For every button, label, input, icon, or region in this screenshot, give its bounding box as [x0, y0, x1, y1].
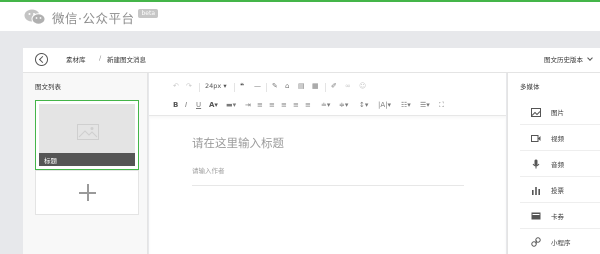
history-versions-button[interactable]: 图文历史版本	[544, 54, 593, 64]
undo-icon[interactable]: ↶	[173, 82, 179, 90]
font-size-select[interactable]: 24px ▾	[205, 82, 227, 90]
multimedia-panel: 多媒体 图片 视频 音频 投票 卡券 小程序	[507, 73, 600, 254]
align-right-icon[interactable]: ≡	[281, 101, 287, 109]
indent-icon[interactable]: ⇥	[245, 101, 251, 109]
fullscreen-icon[interactable]: ⛶	[439, 101, 444, 110]
multimedia-title: 多媒体	[520, 83, 540, 91]
mini-program-icon	[531, 237, 541, 247]
redo-icon[interactable]: ↷	[186, 82, 192, 90]
media-card-button[interactable]: 卡券	[520, 204, 600, 229]
article-list-title: 图文列表	[35, 83, 61, 91]
ordered-list-icon[interactable]: ☷▾	[401, 101, 411, 109]
media-video-label: 视频	[551, 135, 564, 143]
article-list-panel: 图文列表 标题	[23, 73, 148, 254]
breadcrumb: 素材库 / 新建图文消息 图文历史版本	[23, 48, 600, 73]
link-icon[interactable]: ∞	[345, 82, 351, 90]
card-icon	[531, 211, 541, 221]
media-image-label: 图片	[551, 109, 564, 117]
edit-icon[interactable]: ✐	[331, 82, 337, 90]
media-audio-button[interactable]: 音频	[520, 152, 600, 177]
logo-text: 微信·公众平台	[52, 10, 135, 26]
media-poll-button[interactable]: 投票	[520, 178, 600, 203]
chevron-down-icon	[587, 55, 593, 61]
toolbar-divider	[199, 83, 200, 92]
toolbar-divider	[325, 83, 326, 92]
toolbar-divider	[266, 83, 267, 92]
media-image-button[interactable]: 图片	[520, 100, 600, 125]
align-justify-icon[interactable]: ≡	[293, 101, 299, 109]
microphone-icon	[531, 159, 541, 169]
media-card-label: 卡券	[551, 213, 564, 221]
editor-area: ↶ ↷ 24px ▾ ❝ — ✎ ⌂ ▤ ▦ ✐ ∞ ☺ B I U A▾ ▬▾…	[149, 73, 506, 254]
clear-format-icon[interactable]: ⌂	[285, 82, 289, 90]
unordered-list-icon[interactable]: ☰▾	[420, 101, 430, 109]
image-placeholder-icon	[77, 124, 99, 144]
quote-icon[interactable]: ❝	[240, 82, 244, 90]
author-underline	[192, 185, 464, 186]
editor-toolbar-row-1: ↶ ↷ 24px ▾ ❝ — ✎ ⌂ ▤ ▦ ✐ ∞ ☺	[149, 78, 506, 97]
media-mini-program-button[interactable]: 小程序	[520, 230, 600, 254]
letter-spacing-icon[interactable]: |A|▾	[378, 101, 391, 109]
video-icon	[531, 133, 541, 143]
align-full-icon[interactable]: ≡	[305, 101, 311, 109]
media-poll-label: 投票	[551, 187, 564, 195]
toolbar-divider	[234, 83, 235, 92]
image-icon	[531, 107, 541, 117]
font-color-icon[interactable]: A▾	[209, 101, 218, 109]
table-icon[interactable]: ▦	[312, 82, 319, 90]
poll-icon	[531, 185, 541, 195]
media-video-button[interactable]: 视频	[520, 126, 600, 151]
paragraph-spacing-before-icon[interactable]: ≐▾	[321, 101, 330, 109]
horizontal-rule-icon[interactable]: —	[254, 82, 261, 90]
article-cover-placeholder: 标题	[39, 104, 135, 166]
italic-icon[interactable]: I	[185, 101, 187, 109]
add-article-button[interactable]	[35, 170, 139, 215]
author-input[interactable]: 请输入作者	[192, 165, 225, 175]
paragraph-spacing-after-icon[interactable]: ≑▾	[339, 101, 348, 109]
article-title: 标题	[39, 153, 135, 166]
breadcrumb-library-link[interactable]: 素材库	[66, 54, 86, 64]
top-header: 微信·公众平台 beta	[0, 0, 600, 31]
underline-icon[interactable]: U	[196, 101, 201, 109]
title-input[interactable]: 请在这里输入标题	[192, 135, 284, 151]
line-height-icon[interactable]: ↕▾	[359, 101, 368, 109]
paste-icon[interactable]: ▤	[298, 82, 305, 90]
editor-toolbar-row-2: B I U A▾ ▬▾ ⇥ ≡ ≡ ≡ ≡ ≡ ≐▾ ≑▾ ↕▾ |A|▾ ☷▾…	[149, 97, 506, 116]
emoji-icon[interactable]: ☺	[359, 82, 366, 90]
font-size-value: 24px	[205, 82, 222, 90]
history-versions-label: 图文历史版本	[544, 56, 583, 64]
breadcrumb-current: 新建图文消息	[107, 56, 146, 64]
media-audio-label: 音频	[551, 161, 564, 169]
align-left-icon[interactable]: ≡	[257, 101, 263, 109]
back-icon[interactable]	[35, 53, 48, 66]
bold-icon[interactable]: B	[173, 101, 178, 109]
beta-badge: beta	[138, 9, 159, 18]
background-color-icon[interactable]: ▬▾	[226, 101, 236, 109]
article-card[interactable]: 标题	[35, 100, 139, 170]
align-center-icon[interactable]: ≡	[269, 101, 275, 109]
wechat-logo-icon	[24, 8, 46, 26]
logo[interactable]: 微信·公众平台 beta	[24, 7, 159, 27]
breadcrumb-separator: /	[99, 54, 102, 62]
plus-icon-vertical	[87, 184, 89, 201]
format-painter-icon[interactable]: ✎	[272, 82, 278, 90]
media-mini-program-label: 小程序	[551, 239, 571, 247]
